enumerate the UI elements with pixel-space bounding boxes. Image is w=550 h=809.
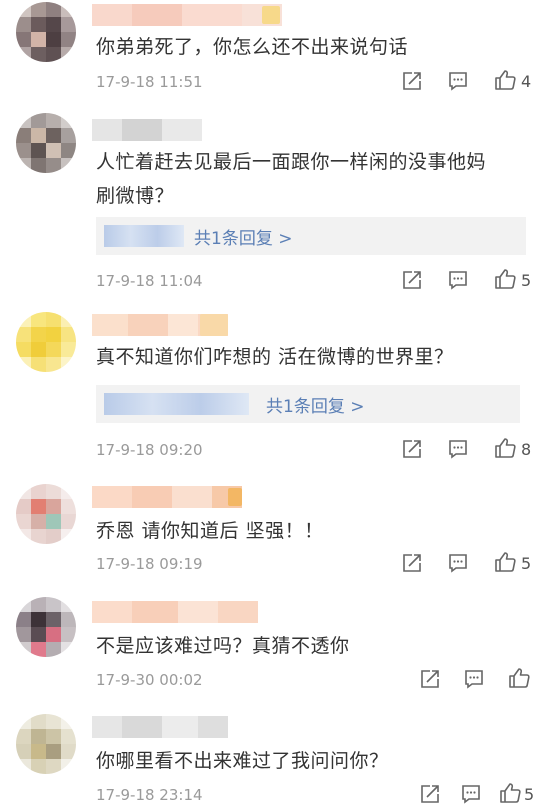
- repost-icon[interactable]: [419, 783, 445, 809]
- avatar[interactable]: [16, 714, 76, 774]
- username-badge: [228, 488, 242, 506]
- avatar[interactable]: [16, 484, 76, 544]
- reply-summary[interactable]: 共1条回复 >: [96, 217, 526, 255]
- avatar[interactable]: [16, 2, 76, 62]
- like-count: 8: [521, 440, 532, 459]
- username-badge: [262, 6, 280, 24]
- comment-item: 不是应该难过吗？真猜不透你 17-9-30 00:02: [0, 587, 550, 702]
- comment-time: 17-9-18 11:51: [96, 73, 203, 91]
- reply-count-link[interactable]: 共1条回复 >: [266, 392, 364, 417]
- comment-time: 17-9-18 09:20: [96, 441, 203, 459]
- comment-item: 你哪里看不出来难过了我问问你？ 17-9-18 23:14 5: [0, 702, 550, 807]
- comment-time: 17-9-18 23:14: [96, 786, 203, 804]
- like-count: 4: [521, 72, 532, 91]
- repost-icon[interactable]: [401, 269, 427, 295]
- thumbs-up-icon[interactable]: [507, 666, 533, 692]
- username[interactable]: [92, 601, 258, 623]
- thumbs-up-icon[interactable]: [498, 781, 524, 807]
- like-count: 5: [521, 271, 532, 290]
- repost-icon[interactable]: [401, 438, 427, 464]
- username[interactable]: [92, 716, 228, 738]
- comment-text: 乔恩 请你知道后 坚强！！: [96, 520, 324, 542]
- comment-item: 人忙着赶去见最后一面跟你一样闲的没事他妈刷微博？ 共1条回复 > 17-9-18…: [0, 105, 550, 300]
- comment-icon[interactable]: [447, 269, 473, 295]
- comment-item: 你弟弟死了，你怎么还不出来说句话 17-9-18 11:51 4: [0, 0, 550, 105]
- reply-count-link[interactable]: 共1条回复 >: [194, 224, 292, 249]
- avatar[interactable]: [16, 597, 76, 657]
- username[interactable]: [92, 4, 282, 26]
- thumbs-up-icon[interactable]: [493, 436, 519, 462]
- thumbs-up-icon[interactable]: [493, 267, 519, 293]
- comment-time: 17-9-18 11:04: [96, 272, 203, 290]
- comment-time: 17-9-30 00:02: [96, 671, 203, 689]
- like-count: 5: [521, 554, 532, 573]
- username[interactable]: [92, 119, 202, 141]
- reply-user: [104, 393, 249, 415]
- repost-icon[interactable]: [401, 70, 427, 96]
- reply-user: [104, 225, 184, 247]
- comment-icon[interactable]: [447, 552, 473, 578]
- comment-icon[interactable]: [463, 668, 489, 694]
- comment-text: 人忙着赶去见最后一面跟你一样闲的没事他妈刷微博？: [96, 151, 487, 207]
- comment-icon[interactable]: [447, 438, 473, 464]
- avatar[interactable]: [16, 312, 76, 372]
- repost-icon[interactable]: [401, 552, 427, 578]
- comment-icon[interactable]: [460, 783, 486, 809]
- repost-icon[interactable]: [419, 668, 445, 694]
- username-badge: [200, 314, 228, 336]
- comment-item: 真不知道你们咋想的 活在微博的世界里？ 共1条回复 > 17-9-18 09:2…: [0, 300, 550, 472]
- comment-text: 你哪里看不出来难过了我问问你？: [96, 750, 389, 772]
- username[interactable]: [92, 486, 242, 508]
- thumbs-up-icon[interactable]: [493, 550, 519, 576]
- comment-icon[interactable]: [447, 70, 473, 96]
- comment-text: 不是应该难过吗？真猜不透你: [96, 635, 350, 657]
- comment-item: 乔恩 请你知道后 坚强！！ 17-9-18 09:19 5: [0, 472, 550, 587]
- comment-time: 17-9-18 09:19: [96, 555, 203, 573]
- comment-text: 你弟弟死了，你怎么还不出来说句话: [96, 36, 409, 58]
- avatar[interactable]: [16, 113, 76, 173]
- like-count: 5: [524, 785, 535, 804]
- thumbs-up-icon[interactable]: [493, 68, 519, 94]
- reply-summary[interactable]: 共1条回复 >: [96, 385, 520, 423]
- comment-text: 真不知道你们咋想的 活在微博的世界里？: [96, 346, 454, 368]
